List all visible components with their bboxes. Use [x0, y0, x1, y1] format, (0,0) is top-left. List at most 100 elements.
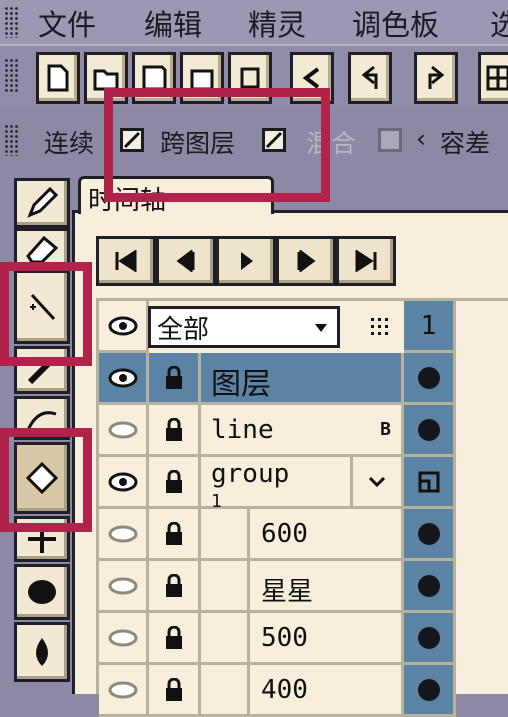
frame-cel[interactable] [404, 665, 456, 717]
blob-tool[interactable] [14, 564, 70, 620]
grip-handle[interactable] [4, 6, 18, 38]
layer-lock-toggle[interactable] [149, 613, 201, 665]
lock-icon [165, 625, 182, 649]
droplet-icon [36, 638, 48, 666]
cel-dot-icon [417, 574, 440, 597]
play-button[interactable] [216, 236, 276, 286]
layer-name-cell[interactable]: group 1 [201, 457, 353, 512]
layer-name-cell[interactable]: 星星 [201, 561, 404, 613]
tolerance-arrow-icon[interactable]: ‹ [416, 124, 426, 153]
menu-palette[interactable]: 调色板 [352, 2, 439, 44]
layer-name-cell[interactable]: 400 [201, 665, 404, 717]
frame-cel[interactable] [404, 405, 456, 457]
undo-arrow-button[interactable] [348, 52, 392, 104]
layer-filter-select[interactable]: 全部 [148, 306, 340, 348]
eye-icon [108, 316, 137, 335]
layer-name: 600 [261, 519, 308, 549]
grid-button[interactable] [478, 52, 508, 104]
layer-badge: B [380, 419, 391, 440]
group-frame-icon [418, 471, 439, 492]
layer-lock-toggle[interactable] [149, 405, 201, 457]
lock-icon [165, 469, 182, 493]
highlight-cross-layer [104, 88, 330, 202]
layer-visibility-toggle[interactable] [99, 353, 149, 405]
layer-lock-toggle[interactable] [149, 509, 201, 561]
blob-icon [28, 580, 56, 604]
frame-cel[interactable] [404, 509, 456, 561]
eye-closed-icon [108, 681, 137, 698]
frame-cel[interactable] [404, 457, 456, 509]
previous-frame-button[interactable] [156, 236, 216, 286]
lock-icon [165, 417, 182, 441]
undo-arrow-icon [361, 65, 378, 89]
highlight-magic-wand [0, 262, 92, 366]
frame-number-header[interactable]: 1 [404, 301, 456, 353]
layer-name-cell[interactable]: 500 [201, 613, 404, 665]
eye-closed-icon [108, 629, 137, 646]
tree-guide [247, 561, 250, 610]
cel-dot-icon [417, 418, 440, 441]
tolerance-label: 容差 [440, 129, 491, 158]
menu-sprite[interactable]: 精灵 [248, 2, 306, 44]
layer-lock-toggle[interactable] [149, 353, 201, 405]
mix-checkbox[interactable] [378, 128, 402, 152]
new-file-button[interactable] [36, 52, 80, 104]
tree-guide [247, 509, 250, 558]
layer-lock-toggle[interactable] [149, 561, 201, 613]
layer-filter-value: 全部 [157, 314, 210, 345]
redo-button[interactable] [414, 52, 458, 104]
layer-lock-toggle[interactable] [149, 665, 201, 717]
next-frame-button[interactable] [276, 236, 336, 286]
highlight-fill-tool [0, 428, 92, 532]
chevron-down-icon [369, 476, 385, 487]
last-frame-button[interactable] [336, 236, 396, 286]
eye-closed-icon [108, 525, 137, 542]
menu-select[interactable]: 选 [490, 2, 508, 44]
layer-name-cell[interactable]: 图层 [201, 353, 404, 405]
cel-dot-icon [417, 522, 440, 545]
layer-name-cell[interactable]: 600 [201, 509, 404, 561]
layer-visibility-toggle[interactable] [99, 405, 149, 457]
layer-visibility-toggle[interactable] [99, 509, 149, 561]
pencil-icon [27, 186, 59, 218]
grid-icon [486, 65, 508, 91]
menu-edit[interactable]: 编辑 [144, 2, 202, 44]
pencil-tool[interactable] [14, 178, 70, 228]
tree-guide [247, 613, 250, 662]
frame-cel[interactable] [404, 353, 456, 405]
first-frame-button[interactable] [96, 236, 156, 286]
layer-name: 400 [261, 675, 308, 705]
drag-handle-icon [371, 318, 388, 335]
layer-name: group [211, 459, 290, 489]
layer-name-cell[interactable]: line B [201, 405, 404, 457]
group-expand-button[interactable] [353, 457, 404, 509]
header-visibility[interactable] [99, 301, 149, 353]
cel-dot-icon [417, 626, 440, 649]
layer-name: 500 [261, 623, 308, 653]
continuous-label: 连续 [44, 129, 95, 158]
frame-cel[interactable] [404, 613, 456, 665]
frame-grid-handle[interactable] [360, 312, 400, 342]
layer-name: 星星 [261, 577, 314, 607]
layer-visibility-toggle[interactable] [99, 561, 149, 613]
previous-frame-icon [176, 250, 195, 272]
frame-cel[interactable] [404, 561, 456, 613]
layer-lock-toggle[interactable] [149, 457, 201, 509]
cel-dot-icon [417, 366, 440, 389]
grip-handle[interactable] [4, 124, 18, 156]
redo-icon [428, 65, 445, 89]
layer-visibility-toggle[interactable] [99, 613, 149, 665]
grip-handle[interactable] [4, 58, 18, 94]
new-file-icon [47, 64, 69, 92]
chevron-down-icon [315, 324, 327, 332]
last-frame-icon [355, 250, 377, 272]
layer-visibility-toggle[interactable] [99, 665, 149, 717]
first-frame-icon [115, 250, 137, 272]
menu-bar: 文件 编辑 精灵 调色板 选 [0, 0, 508, 44]
menu-file[interactable]: 文件 [38, 2, 96, 44]
layer-visibility-toggle[interactable] [99, 457, 149, 509]
layer-name: line [211, 415, 274, 445]
tree-guide [247, 665, 250, 714]
eye-closed-icon [108, 421, 137, 438]
eyedropper-tool[interactable] [14, 622, 70, 682]
